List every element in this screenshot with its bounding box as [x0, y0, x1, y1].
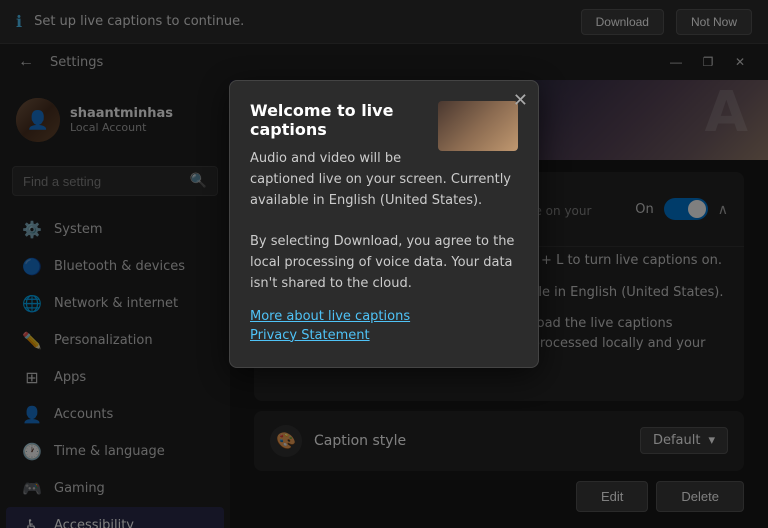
- modal-text2: By selecting Download, you agree to the …: [250, 232, 518, 294]
- modal-link2[interactable]: Privacy Statement: [250, 328, 518, 343]
- modal-thumbnail: [438, 101, 518, 151]
- modal-close-button[interactable]: ✕: [513, 91, 528, 109]
- modal-body: Audio and video will be captioned live o…: [250, 149, 518, 295]
- modal-link1[interactable]: More about live captions: [250, 309, 518, 324]
- modal-overlay[interactable]: ✕ Welcome to live captions Audio and vid…: [0, 0, 768, 528]
- welcome-modal: ✕ Welcome to live captions Audio and vid…: [229, 80, 539, 368]
- modal-text1: Audio and video will be captioned live o…: [250, 149, 518, 211]
